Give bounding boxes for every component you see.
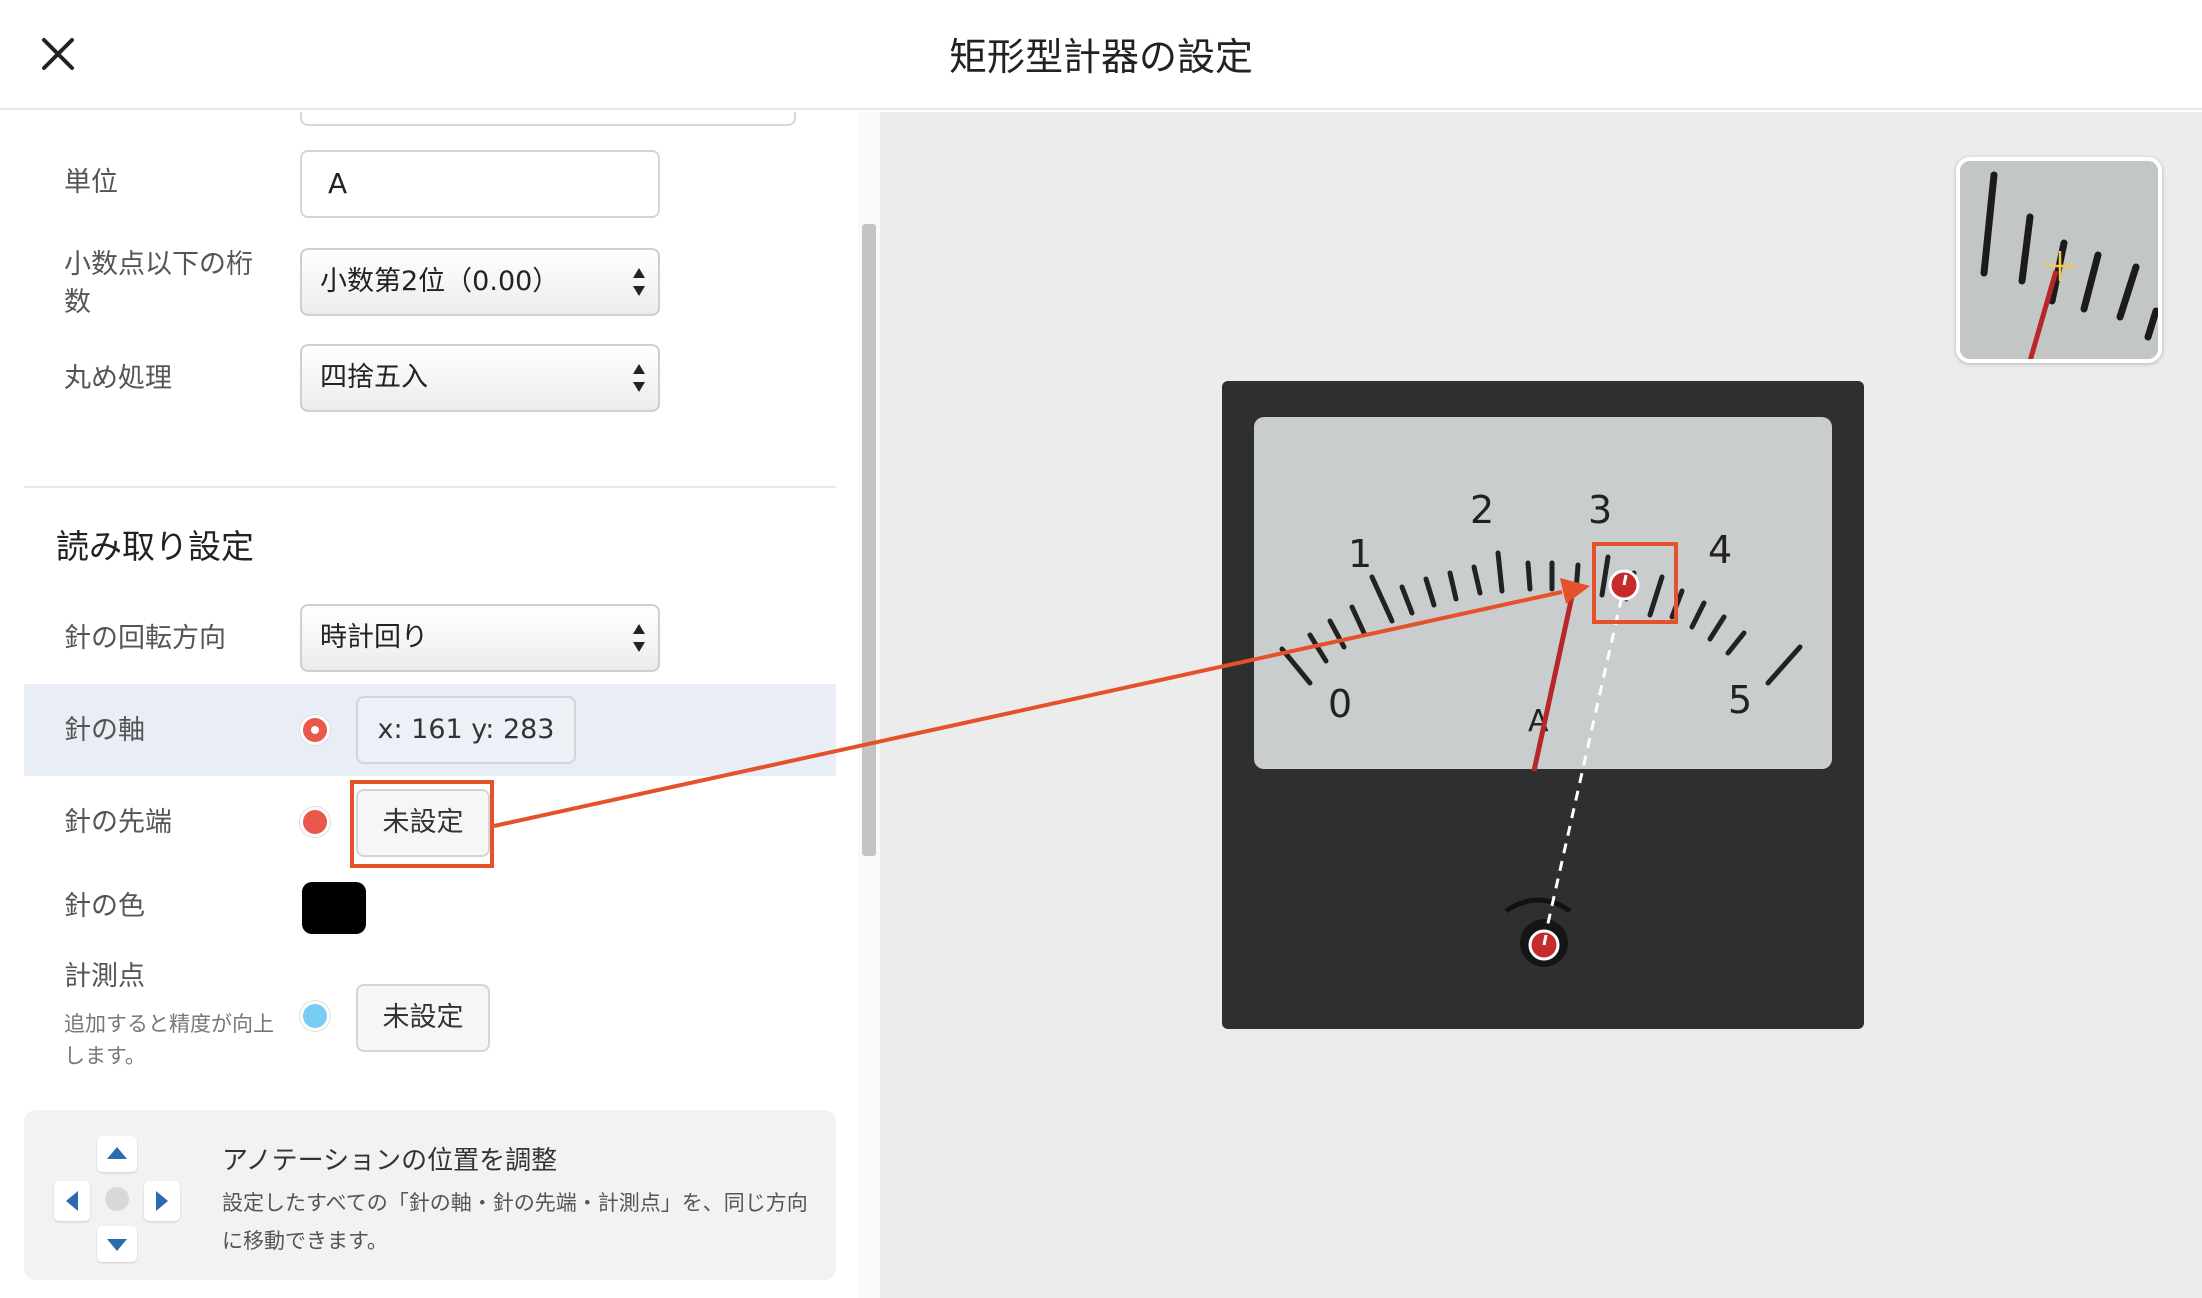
tip-button-highlight bbox=[350, 780, 494, 868]
settings-panel: 単位 A 小数点以下の桁数 小数第2位（0.00） 丸め処理 四捨五入 読み取り… bbox=[0, 112, 880, 1298]
tip-marker-icon bbox=[300, 807, 330, 837]
rounding-label: 丸め処理 bbox=[64, 363, 172, 394]
needle-color-swatch[interactable] bbox=[302, 882, 366, 934]
arrow-up-button[interactable] bbox=[97, 1136, 137, 1172]
arrow-left-button[interactable] bbox=[54, 1181, 90, 1221]
adjust-description: 設定したすべての「針の軸・針の先端・計測点」を、同じ方向に移動できます。 bbox=[222, 1191, 808, 1253]
decimals-select-value: 小数第2位（0.00） bbox=[320, 266, 560, 297]
points-help-text: 追加すると精度が向上します。 bbox=[64, 1012, 274, 1068]
scale-label-3: 3 bbox=[1588, 488, 1612, 532]
rotation-select[interactable]: 時計回り bbox=[300, 604, 660, 672]
arrow-right-button[interactable] bbox=[144, 1181, 180, 1221]
header-bar: 矩形型計器の設定 bbox=[0, 0, 2202, 110]
axis-marker-icon bbox=[300, 715, 330, 745]
select-arrows-icon bbox=[633, 268, 645, 296]
zoom-loupe bbox=[1956, 157, 2162, 363]
points-set-button[interactable]: 未設定 bbox=[356, 984, 490, 1052]
decimals-label: 小数点以下の桁数 bbox=[64, 249, 253, 318]
section-divider bbox=[24, 486, 836, 488]
scale-label-2: 2 bbox=[1470, 488, 1494, 532]
unit-label: 単位 bbox=[64, 167, 118, 198]
select-arrows-icon bbox=[633, 364, 645, 392]
previous-field[interactable] bbox=[300, 112, 796, 126]
scrollbar[interactable] bbox=[862, 224, 876, 856]
adjust-title: アノテーションの位置を調整 bbox=[222, 1146, 558, 1176]
arrow-right-icon bbox=[156, 1191, 168, 1211]
tip-label: 針の先端 bbox=[64, 807, 172, 838]
scale-label-1: 1 bbox=[1348, 532, 1372, 576]
arrow-down-icon bbox=[107, 1239, 127, 1251]
select-arrows-icon bbox=[633, 624, 645, 652]
arrow-down-button[interactable] bbox=[97, 1226, 137, 1262]
rounding-select[interactable]: 四捨五入 bbox=[300, 344, 660, 412]
direction-pad bbox=[54, 1136, 180, 1262]
rounding-select-value: 四捨五入 bbox=[320, 362, 428, 393]
page-title: 矩形型計器の設定 bbox=[948, 35, 1253, 79]
rotation-label: 針の回転方向 bbox=[64, 623, 226, 654]
decimals-select[interactable]: 小数第2位（0.00） bbox=[300, 248, 660, 316]
axis-label: 針の軸 bbox=[64, 715, 145, 746]
scale-label-4: 4 bbox=[1708, 528, 1732, 572]
scale-label-5: 5 bbox=[1728, 678, 1752, 722]
arrow-left-icon bbox=[66, 1191, 78, 1211]
meter-image[interactable]: 0 1 2 3 4 5 A bbox=[1222, 381, 1864, 1029]
center-dot bbox=[105, 1187, 129, 1211]
reading-section-title: 読み取り設定 bbox=[56, 527, 254, 566]
points-marker-icon bbox=[300, 1001, 330, 1031]
rotation-select-value: 時計回り bbox=[320, 622, 428, 653]
scale-label-0: 0 bbox=[1328, 682, 1352, 726]
needle-color-label: 針の色 bbox=[64, 891, 145, 922]
arrow-up-icon bbox=[107, 1147, 127, 1159]
points-label: 計測点 bbox=[64, 961, 145, 992]
axis-coordinate-button[interactable]: x: 161 y: 283 bbox=[356, 696, 576, 764]
adjust-panel: アノテーションの位置を調整 設定したすべての「針の軸・針の先端・計測点」を、同じ… bbox=[24, 1110, 836, 1280]
unit-input[interactable]: A bbox=[300, 150, 660, 218]
